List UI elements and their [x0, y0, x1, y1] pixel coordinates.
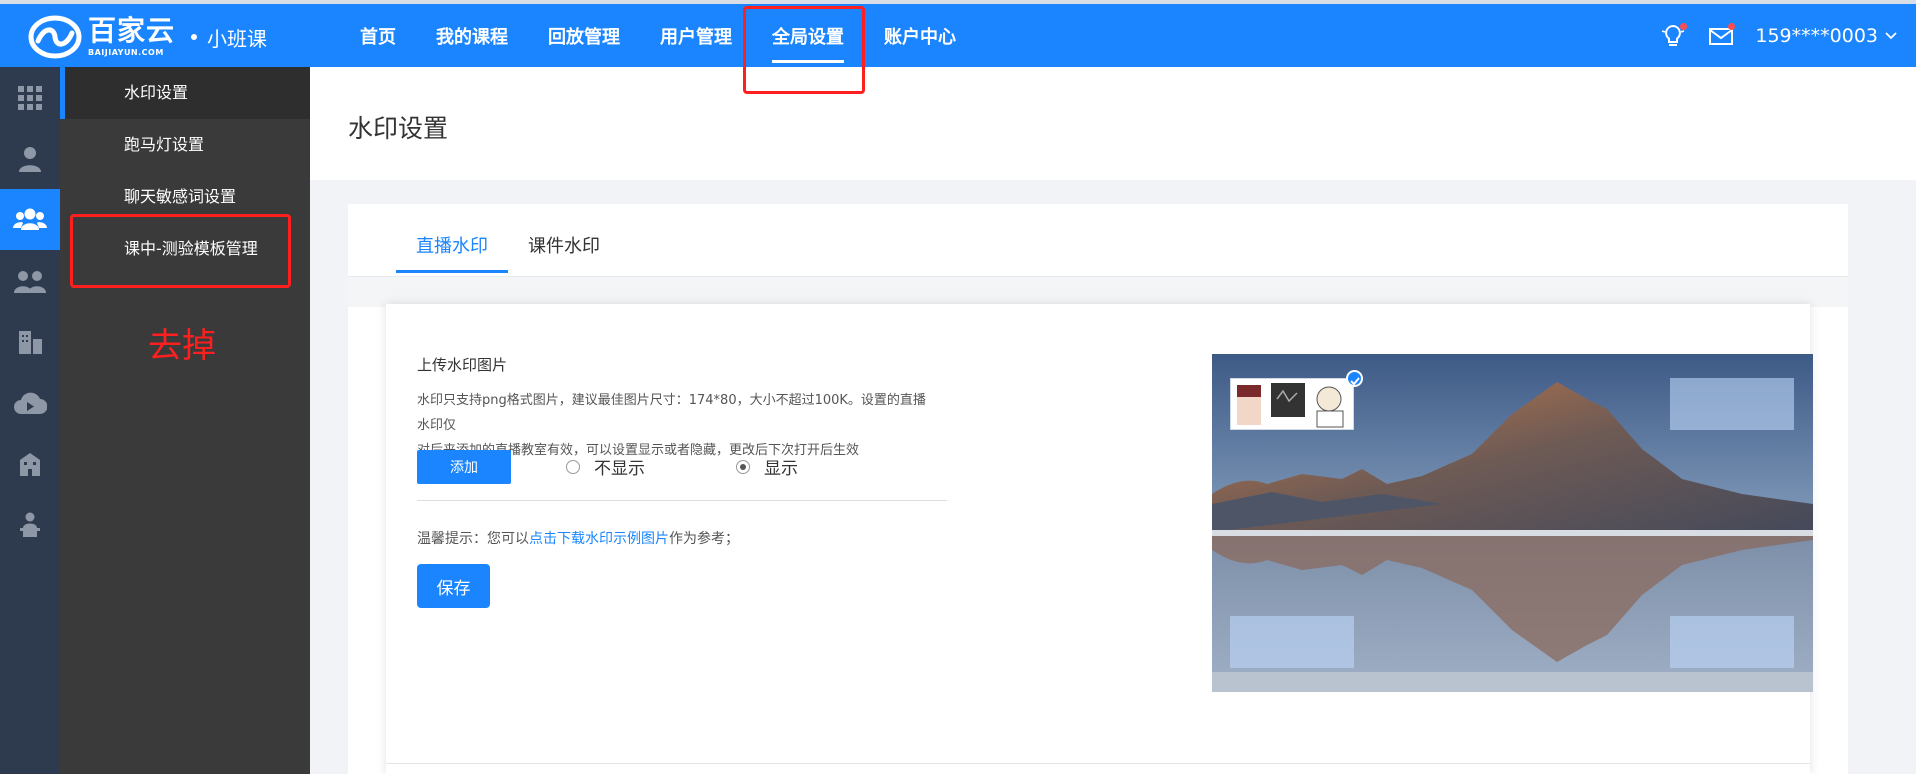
logo-cn-text: 百家云 [88, 14, 176, 47]
tab-courseware-watermark[interactable]: 课件水印 [508, 226, 620, 273]
selected-watermark-slot[interactable] [1230, 378, 1354, 430]
watermark-preview-image [1212, 354, 1813, 692]
watermark-sample-icon [1237, 383, 1344, 428]
radio-show-circle[interactable] [736, 459, 750, 474]
chevron-down-icon [1885, 31, 1897, 39]
cloud-play-icon [14, 392, 47, 414]
user-menu[interactable]: 159****0003 [1755, 25, 1898, 47]
logo[interactable]: 百家云 BAIJIAYUN.COM 小班课 [28, 14, 267, 60]
radio-hide-label: 不显示 [594, 459, 645, 479]
page-title: 水印设置 [348, 114, 449, 143]
radio-hide[interactable]: 不显示 [566, 454, 645, 479]
mail-icon[interactable] [1707, 22, 1736, 50]
settings-submenu: 水印设置 跑马灯设置 聊天敏感词设置 课中-测验模板管理 [60, 67, 310, 774]
rail-users[interactable] [0, 189, 60, 250]
nav-my-courses[interactable]: 我的课程 [416, 4, 528, 67]
annotation-remove-label: 去掉 [148, 326, 216, 366]
top-bar: 百家云 BAIJIAYUN.COM 小班课 首页 我的课程 回放管理 用户管理 … [0, 0, 1916, 67]
upload-desc-line1: 水印只支持png格式图片，建议最佳图片尺寸：174*80，大小不超过100K。设… [417, 393, 926, 433]
watermark-tabs: 直播水印 课件水印 [396, 226, 620, 273]
notification-dot [1680, 22, 1688, 30]
logo-dot [191, 34, 198, 40]
building-icon [19, 330, 42, 354]
download-sample-link[interactable]: 点击下载水印示例图片 [529, 531, 669, 547]
nav-account[interactable]: 账户中心 [864, 4, 976, 67]
users-icon [13, 208, 47, 230]
save-button[interactable]: 保存 [417, 564, 490, 608]
add-watermark-button[interactable]: 添加 [417, 450, 511, 484]
nav-home[interactable]: 首页 [340, 4, 416, 67]
selected-check-icon [1346, 370, 1363, 387]
teacher-icon [19, 146, 41, 172]
page-header: 水印设置 [310, 67, 1916, 180]
upload-title: 上传水印图片 [417, 356, 508, 374]
rail-grid[interactable] [0, 67, 60, 128]
watermark-panel: 上传水印图片 水印只支持png格式图片，建议最佳图片尺寸：174*80，大小不超… [386, 304, 1813, 774]
mail-dot [1728, 22, 1736, 30]
watermark-slot-top-right[interactable] [1670, 378, 1794, 430]
main-nav: 首页 我的课程 回放管理 用户管理 全局设置 账户中心 [340, 4, 976, 67]
radio-show[interactable]: 显示 [736, 454, 798, 479]
tab-live-watermark[interactable]: 直播水印 [396, 226, 508, 273]
top-right-tools: 159****0003 [1659, 4, 1898, 67]
logo-mark-icon [28, 15, 82, 59]
submenu-watermark[interactable]: 水印设置 [60, 67, 310, 119]
nav-users[interactable]: 用户管理 [640, 4, 752, 67]
watermark-slot-bottom-right[interactable] [1670, 616, 1794, 668]
rail-lecturer[interactable] [0, 494, 60, 555]
group-icon [14, 270, 46, 293]
product-name: 小班课 [207, 26, 268, 51]
logo-en-text: BAIJIAYUN.COM [88, 48, 164, 57]
radio-show-label: 显示 [764, 459, 798, 479]
submenu-marquee[interactable]: 跑马灯设置 [60, 119, 310, 171]
panel-bottom-line [386, 763, 1810, 764]
rail-teacher[interactable] [0, 128, 60, 189]
form-divider [417, 500, 947, 501]
annotation-box-global-settings [743, 6, 865, 94]
annotation-box-quiz-templates [70, 214, 291, 288]
tip-suffix: 作为参考； [669, 531, 739, 547]
grid-icon [18, 85, 42, 110]
rail-office[interactable] [0, 433, 60, 494]
rail-group[interactable] [0, 250, 60, 311]
user-phone: 159****0003 [1755, 24, 1878, 47]
tip-text: 温馨提示：您可以点击下载水印示例图片作为参考； [417, 528, 739, 548]
icon-rail [0, 67, 60, 774]
radio-hide-circle[interactable] [566, 459, 580, 474]
lecturer-icon [20, 512, 40, 537]
tip-prefix: 温馨提示：您可以 [417, 531, 529, 547]
card-gap [348, 277, 1848, 307]
watermark-slot-bottom-left[interactable] [1230, 616, 1354, 668]
rail-building[interactable] [0, 311, 60, 372]
watermark-card: 直播水印 课件水印 上传水印图片 水印只支持png格式图片，建议最佳图片尺寸：1… [348, 204, 1848, 774]
lightbulb-icon[interactable] [1659, 22, 1688, 50]
nav-playback[interactable]: 回放管理 [528, 4, 640, 67]
rail-cloud[interactable] [0, 372, 60, 433]
office-icon [20, 452, 40, 476]
